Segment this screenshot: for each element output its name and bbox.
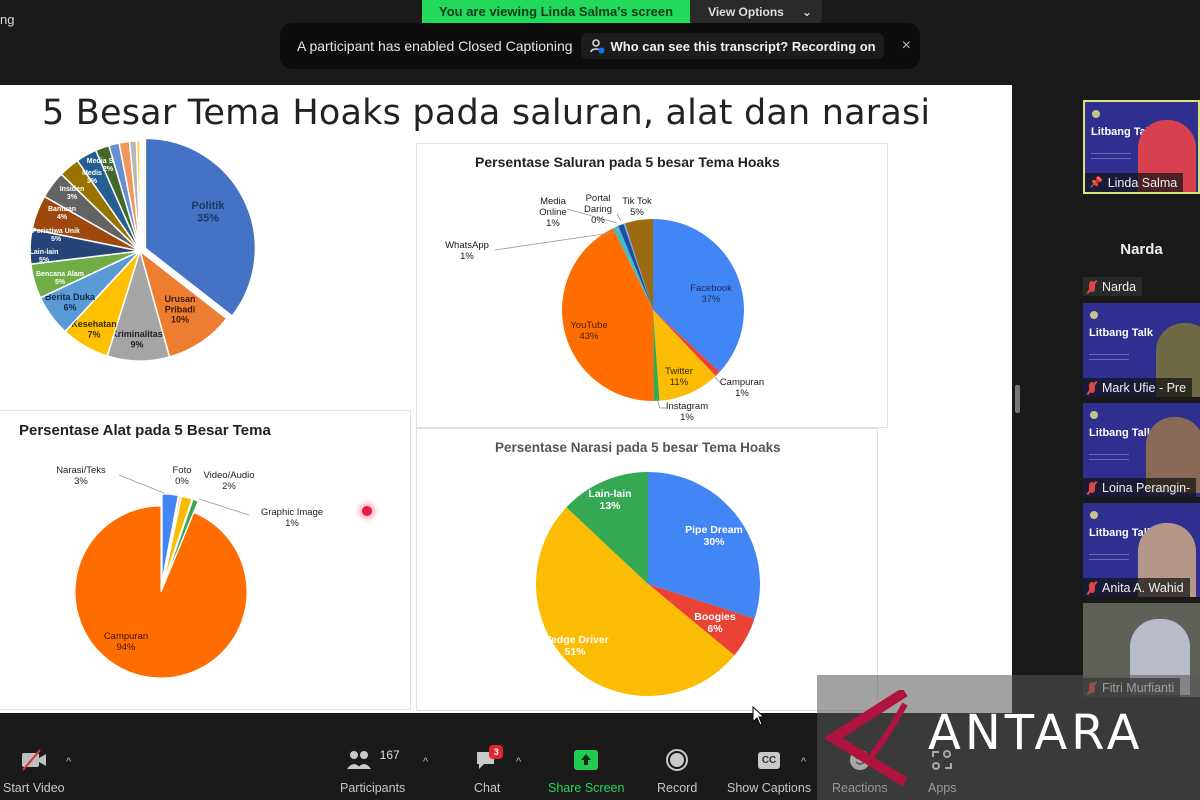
chat-icon: 3 xyxy=(474,745,504,772)
viewing-screen-label: You are viewing Linda Salma's screen xyxy=(422,0,691,23)
show-captions-label: Show Captions xyxy=(727,781,812,795)
mouse-cursor-icon xyxy=(752,706,766,726)
chat-unread-badge: 3 xyxy=(489,745,504,759)
video-tile-linda-salma[interactable]: Litbang Talk 📌 Linda Salma xyxy=(1083,100,1200,194)
participants-options-caret[interactable]: ^ xyxy=(423,756,428,768)
window-title-fragment: ng xyxy=(0,12,15,27)
chevron-down-icon: ⌄ xyxy=(801,5,812,19)
data-label: Tik Tok 5% xyxy=(622,196,652,218)
tile-subtitle-lines xyxy=(1091,153,1131,159)
data-label: WhatsApp 1% xyxy=(445,240,489,262)
slide-title: 5 Besar Tema Hoaks pada saluran, alat da… xyxy=(42,93,931,133)
closed-caption-notice: A participant has enabled Closed Caption… xyxy=(280,23,920,69)
chart-alat-box: Persentase Alat pada 5 Besar Tema Narasi… xyxy=(0,410,411,710)
pie-slice-campuran xyxy=(74,505,248,679)
captions-options-caret[interactable]: ^ xyxy=(801,756,806,768)
chart-alat: Narasi/Teks 3% Foto 0% Video/Audio 2% Graphic … xyxy=(56,465,323,679)
panel-resize-handle[interactable] xyxy=(1015,385,1020,413)
laser-pointer-dot xyxy=(362,506,372,516)
mic-muted-icon xyxy=(1087,280,1097,293)
view-options-button[interactable]: View Options ⌄ xyxy=(690,0,822,23)
leader-line xyxy=(118,474,165,494)
chart-saluran: Facebook 37%Campuran 1%Twitter 11%Instagram… xyxy=(445,193,764,423)
data-label: Video/Audio 2% xyxy=(203,470,254,492)
apps-label: Apps xyxy=(928,781,957,795)
litbang-logo-icon xyxy=(1092,110,1100,118)
litbang-logo-icon xyxy=(1090,511,1098,519)
participant-name: Loina Perangin- xyxy=(1102,480,1191,495)
tile-subtitle-lines xyxy=(1089,354,1129,360)
mic-muted-icon xyxy=(1087,481,1097,494)
video-options-caret[interactable]: ^ xyxy=(66,756,71,768)
mic-muted-icon xyxy=(1087,581,1097,594)
tile-name-bar: 📌 Linda Salma xyxy=(1085,173,1184,192)
user-shield-icon xyxy=(589,39,605,54)
video-tile-loina[interactable]: Litbang Talk Loina Perangin- xyxy=(1083,403,1200,497)
view-options-label: View Options xyxy=(708,5,784,19)
video-tile-mark-ufie[interactable]: Litbang Talk Mark Ufie - Pre xyxy=(1083,303,1200,397)
chat-button[interactable]: 3 Chat xyxy=(474,745,504,795)
close-icon[interactable]: × xyxy=(902,37,911,55)
litbang-logo-icon xyxy=(1090,411,1098,419)
tile-name-bar: Narda xyxy=(1083,277,1143,296)
tile-name-bar: Anita A. Wahid xyxy=(1083,578,1190,597)
pin-icon: 📌 xyxy=(1089,177,1103,189)
participant-name: Narda xyxy=(1102,279,1137,294)
cc-icon-text: CC xyxy=(757,751,781,769)
participant-name: Mark Ufie - Pre xyxy=(1102,380,1187,395)
transcript-visibility-link[interactable]: Who can see this transcript? Recording o… xyxy=(580,33,884,59)
participant-name: Linda Salma xyxy=(1107,175,1178,190)
tile-brand-text: Litbang Talk xyxy=(1089,427,1153,439)
share-screen-button[interactable]: Share Screen xyxy=(548,748,624,795)
record-label: Record xyxy=(657,781,698,795)
shared-screen-slide: 5 Besar Tema Hoaks pada saluran, alat da… xyxy=(0,85,1012,713)
data-label: Graphic Image 1% xyxy=(261,507,323,529)
participant-name-large: Narda xyxy=(1120,241,1163,258)
share-screen-icon xyxy=(573,748,599,772)
chat-options-caret[interactable]: ^ xyxy=(516,756,521,768)
tile-name-bar: Mark Ufie - Pre xyxy=(1083,378,1193,397)
leader-line xyxy=(616,213,622,222)
chart-tema: Politik 35%Urusan Pribadi 10%Kriminalitas 9%… xyxy=(29,137,257,362)
chart-saluran-box: Persentase Saluran pada 5 besar Tema Hoa… xyxy=(416,143,888,428)
data-label: Portal Daring 0% xyxy=(584,193,612,226)
participants-label: Participants xyxy=(340,781,406,795)
participants-button[interactable]: 167 Participants xyxy=(340,748,405,795)
mic-muted-icon xyxy=(1087,381,1097,394)
chart-narasi-box: Persentase Narasi pada 5 besar Tema Hoak… xyxy=(416,428,878,711)
data-label: Narasi/Teks 3% xyxy=(56,465,106,487)
record-button[interactable]: Record xyxy=(657,748,697,795)
data-label: Campuran 1% xyxy=(720,377,764,399)
leader-line xyxy=(198,498,250,516)
tile-name-bar: Loina Perangin- xyxy=(1083,478,1197,497)
data-label: Media Online 1% xyxy=(539,196,566,229)
data-label: Foto 0% xyxy=(172,465,191,487)
share-screen-label: Share Screen xyxy=(548,781,625,795)
litbang-logo-icon xyxy=(1090,311,1098,319)
chart-narasi: Pipe Dream 30%Boogies 6%Wedge Driver 51%Lai… xyxy=(535,472,760,697)
chat-label: Chat xyxy=(474,781,501,795)
cc-notice-text: A participant has enabled Closed Caption… xyxy=(297,38,573,54)
data-label: Instagram 1% xyxy=(666,401,708,423)
start-video-label: Start Video xyxy=(3,781,65,795)
record-icon xyxy=(665,748,689,772)
video-off-icon xyxy=(20,748,48,772)
antara-watermark-text: ANTARA xyxy=(928,705,1144,761)
tile-subtitle-lines xyxy=(1089,454,1129,460)
participants-count: 167 xyxy=(379,748,400,762)
cc-icon: CC xyxy=(757,748,781,772)
antara-logo-icon xyxy=(825,690,908,787)
viewing-banner: You are viewing Linda Salma's screen Vie… xyxy=(422,0,822,23)
show-captions-button[interactable]: CC Show Captions xyxy=(727,748,811,795)
participants-icon: 167 xyxy=(346,748,400,772)
video-tile-narda[interactable]: Narda Narda xyxy=(1083,205,1200,297)
transcript-link-label: Who can see this transcript? Recording o… xyxy=(610,38,876,54)
tile-subtitle-lines xyxy=(1089,554,1129,560)
start-video-button[interactable]: Start Video xyxy=(3,748,65,795)
video-tile-anita[interactable]: Litbang Talk Anita A. Wahid xyxy=(1083,503,1200,597)
tile-brand-text: Litbang Talk xyxy=(1089,327,1153,339)
participant-name: Anita A. Wahid xyxy=(1102,580,1184,595)
